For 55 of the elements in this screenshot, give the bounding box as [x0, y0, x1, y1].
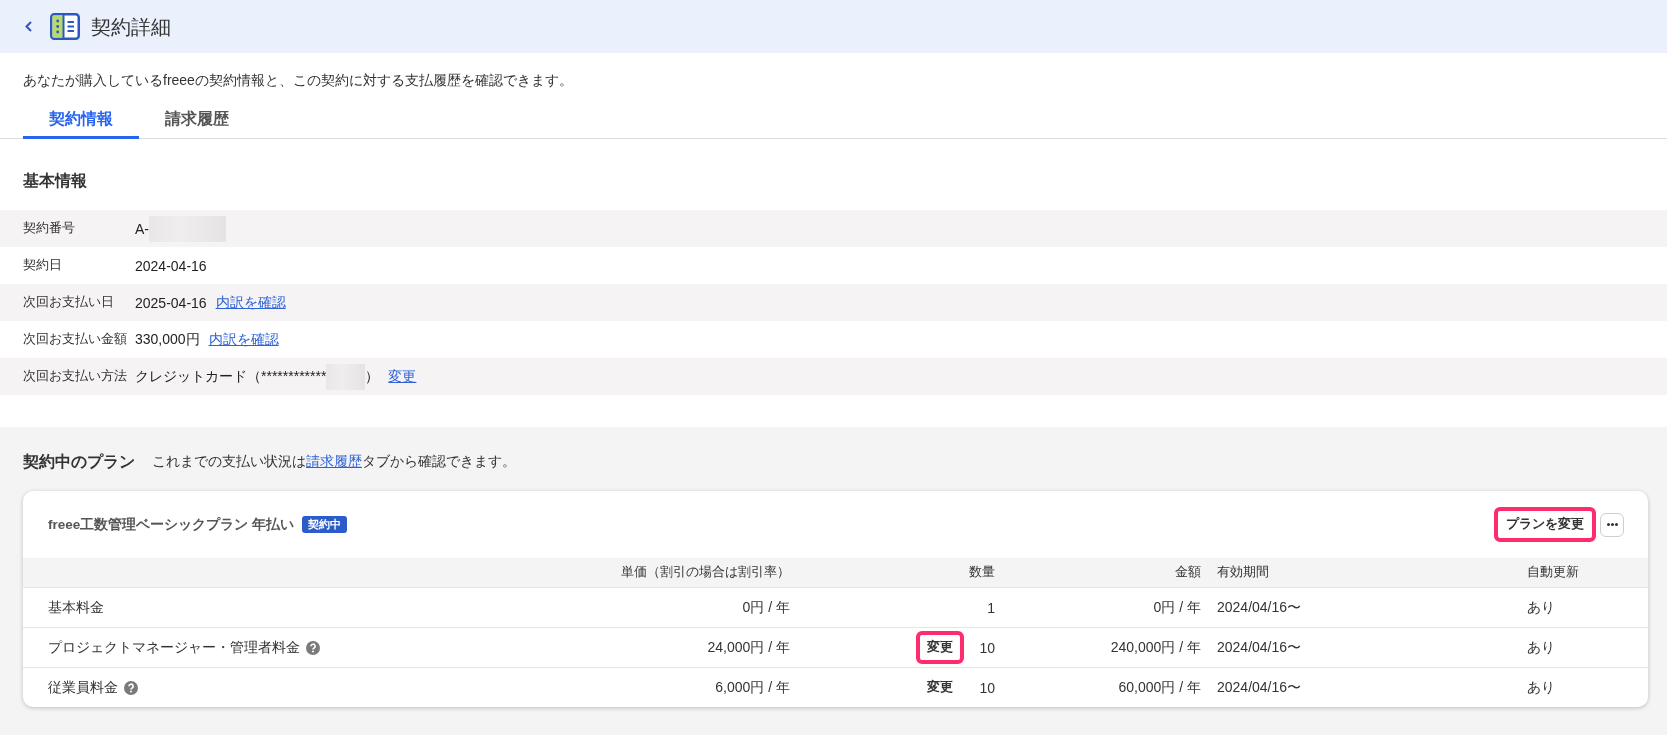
table-cell: 1 [987, 599, 995, 616]
info-value: ） [365, 367, 380, 386]
table-cell: あり [1527, 638, 1555, 657]
ellipsis-icon [1606, 523, 1618, 526]
info-label: 次回お支払い方法 [23, 368, 128, 385]
info-label: 契約日 [23, 257, 63, 274]
fee-name: 基本料金 [48, 598, 104, 617]
table-cell: 6,000円 / 年 [715, 678, 790, 697]
info-label: 契約番号 [23, 220, 76, 237]
tab[interactable]: 契約情報 [23, 101, 139, 139]
link[interactable]: 変更 [388, 367, 417, 386]
fee-name: プロジェクトマネージャー・管理者料金 [48, 638, 300, 657]
column-header: 金額 [1175, 564, 1201, 581]
table-cell: 2024/04/16〜 [1217, 678, 1302, 697]
plan-title: freee工数管理ベーシックプラン 年払い [48, 515, 295, 534]
table-cell: 240,000円 / 年 [1110, 638, 1201, 657]
change-button[interactable]: 変更 [916, 631, 964, 664]
column-header: 数量 [969, 564, 995, 581]
section-heading: 契約中のプラン [23, 452, 135, 472]
document-icon [50, 13, 80, 40]
more-button[interactable] [1600, 512, 1624, 537]
column-header: 単価（割引の場合は割引率） [621, 564, 790, 581]
link[interactable]: 内訳を確認 [208, 330, 279, 349]
section-note: これまでの支払い状況は請求履歴タブから確認できます。 [152, 453, 516, 471]
table-cell: 0円 / 年 [742, 598, 790, 617]
table-cell: 0円 / 年 [1153, 598, 1201, 617]
section-heading: 基本情報 [22, 171, 88, 191]
info-label: 次回お支払い金額 [23, 331, 128, 348]
status-badge: 契約中 [302, 516, 348, 533]
tab[interactable]: 請求履歴 [139, 101, 255, 139]
table-cell: 10 [979, 639, 995, 656]
table-cell: あり [1527, 598, 1555, 617]
page-description: あなたが購入しているfreeeの契約情報と、この契約に対する支払履歴を確認できます。 [22, 71, 574, 90]
link[interactable]: 請求履歴 [306, 453, 362, 469]
info-value: 2024-04-16 [135, 257, 207, 274]
info-value: クレジットカード（************ [135, 367, 327, 386]
link[interactable]: 内訳を確認 [215, 293, 286, 312]
table-cell: 24,000円 / 年 [707, 638, 790, 657]
fee-name: 従業員料金 [48, 678, 118, 697]
table-cell: 10 [979, 679, 995, 696]
chevron-left-icon [24, 21, 32, 32]
page-title: 契約詳細 [91, 14, 171, 40]
info-value: 330,000円 [135, 330, 200, 349]
column-header: 有効期間 [1217, 564, 1269, 581]
table-cell: 2024/04/16〜 [1217, 598, 1302, 617]
help-icon[interactable] [306, 640, 320, 655]
column-header: 自動更新 [1527, 564, 1579, 581]
info-label: 次回お支払い日 [23, 294, 115, 311]
table-cell: 2024/04/16〜 [1217, 638, 1302, 657]
change-plan-button[interactable]: プランを変更 [1494, 507, 1596, 542]
table-cell: あり [1527, 678, 1555, 697]
info-value: A- [135, 220, 149, 237]
info-value: 2025-04-16 [135, 294, 207, 311]
help-icon[interactable] [124, 680, 138, 695]
table-cell: 60,000円 / 年 [1118, 678, 1201, 697]
